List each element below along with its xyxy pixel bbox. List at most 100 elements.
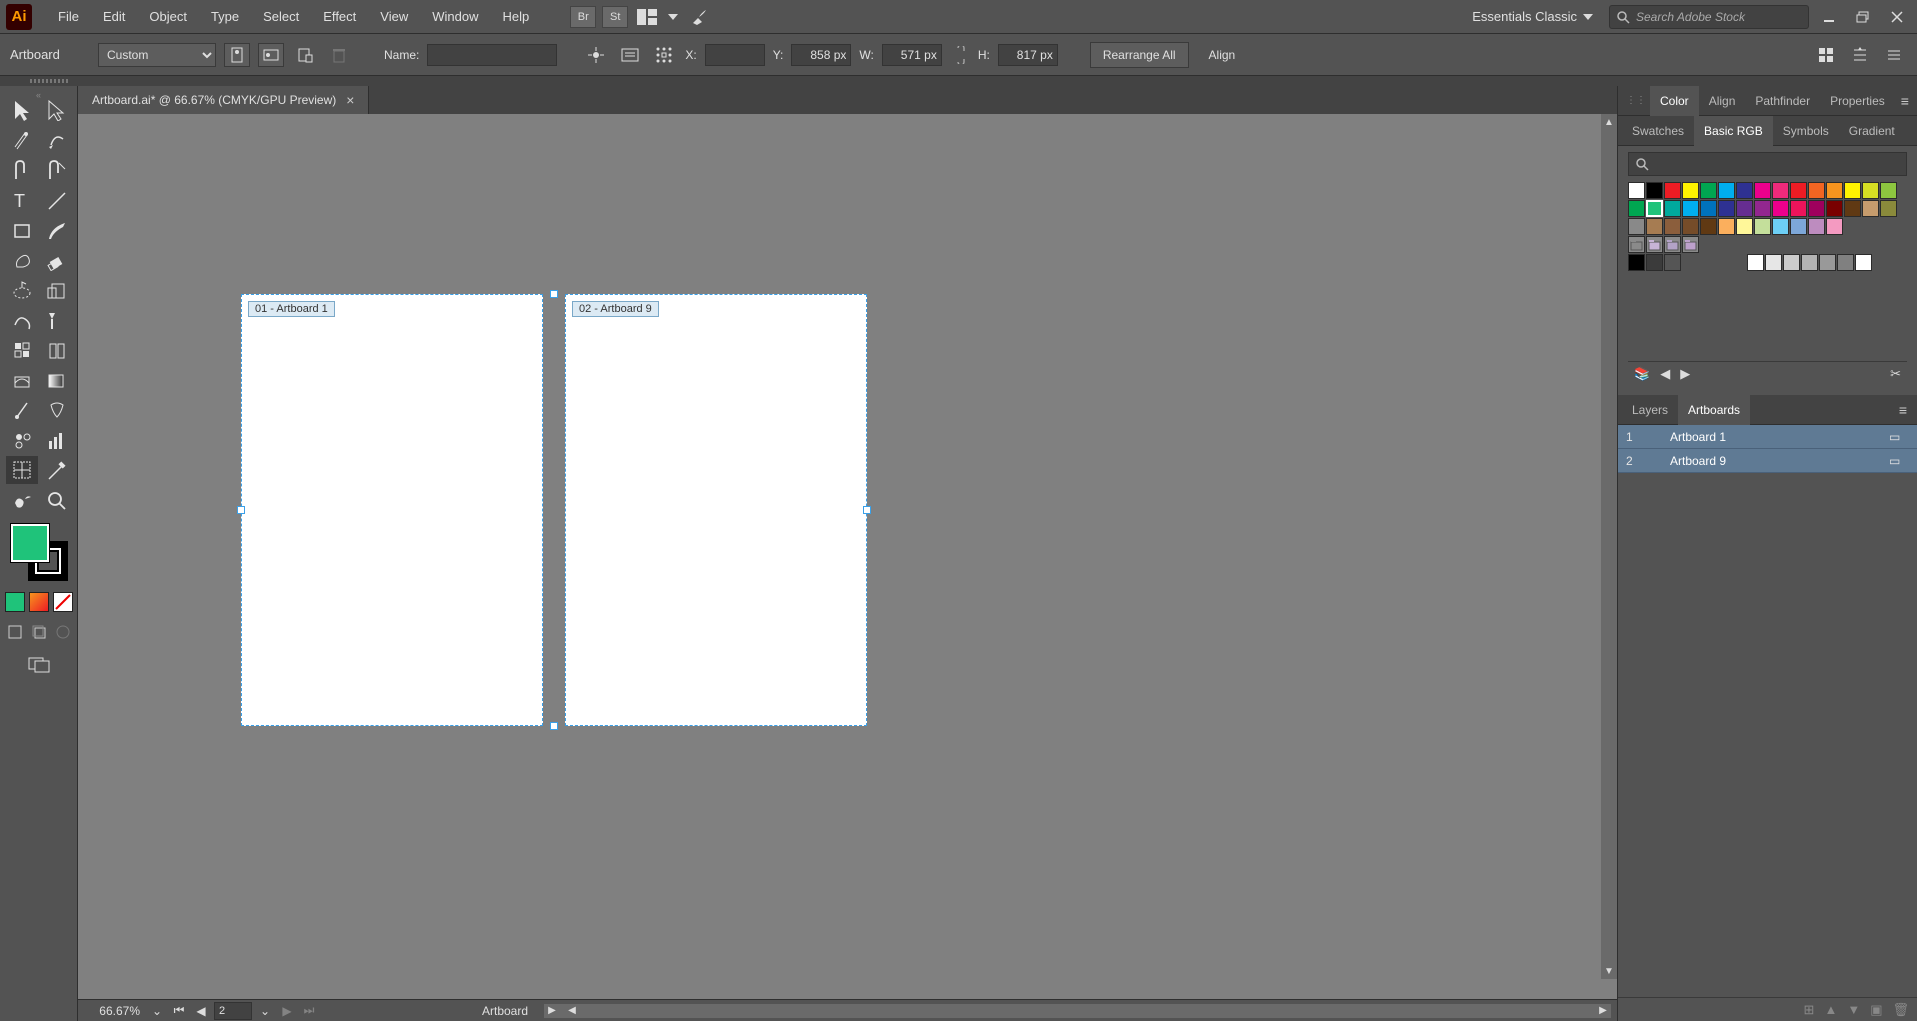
- swatch[interactable]: [1646, 182, 1663, 199]
- panel-tab-swatches[interactable]: Swatches: [1622, 116, 1694, 146]
- swatch[interactable]: [1718, 218, 1735, 235]
- panel-tab-artboards[interactable]: Artboards: [1678, 395, 1750, 425]
- swatch[interactable]: [1826, 200, 1843, 217]
- artboard-canvas-1[interactable]: 01 - Artboard 1: [241, 294, 543, 726]
- rectangle-tool[interactable]: [6, 216, 38, 244]
- swatch[interactable]: [1790, 182, 1807, 199]
- swatch[interactable]: [1765, 254, 1782, 271]
- panel-grip[interactable]: [0, 76, 1917, 86]
- next-artboard-icon[interactable]: ▶: [278, 1002, 296, 1020]
- new-artboard-icon[interactable]: ▣: [1870, 1002, 1882, 1018]
- artboard-row[interactable]: 2Artboard 9▭: [1618, 449, 1917, 473]
- hand-tool[interactable]: [6, 486, 38, 514]
- eyedropper-tool[interactable]: [6, 396, 38, 424]
- swatch[interactable]: [1736, 218, 1753, 235]
- swatch[interactable]: [1700, 200, 1717, 217]
- swatch[interactable]: [1646, 254, 1663, 271]
- fill-stroke-indicator[interactable]: [9, 522, 69, 582]
- x-input[interactable]: [705, 44, 765, 66]
- vertical-scrollbar[interactable]: ▲ ▼: [1601, 114, 1617, 979]
- artboard-preset-select[interactable]: Custom: [98, 43, 216, 67]
- selection-handle[interactable]: [237, 506, 245, 514]
- orientation-landscape-icon[interactable]: [258, 43, 284, 67]
- rearrange-all-button[interactable]: Rearrange All: [1090, 42, 1189, 68]
- orientation-portrait-icon[interactable]: [224, 43, 250, 67]
- artboard-options-icon[interactable]: [617, 43, 643, 67]
- selection-tool[interactable]: [6, 96, 38, 124]
- artboard-nav-dropdown-icon[interactable]: ⌄: [256, 1002, 274, 1020]
- slice-tool[interactable]: [40, 456, 72, 484]
- swatch[interactable]: [1862, 182, 1879, 199]
- swatch[interactable]: [1772, 200, 1789, 217]
- swatch-libraries-icon[interactable]: 📚: [1634, 366, 1650, 382]
- menu-select[interactable]: Select: [251, 0, 311, 34]
- window-minimize-icon[interactable]: [1815, 7, 1843, 27]
- swatch[interactable]: [1855, 254, 1872, 271]
- gradient-tool[interactable]: [40, 366, 72, 394]
- color-mode-gradient-icon[interactable]: [29, 592, 49, 612]
- swatch[interactable]: [1808, 182, 1825, 199]
- rotate-tool[interactable]: [6, 276, 38, 304]
- swatch[interactable]: [1808, 200, 1825, 217]
- zoom-dropdown-icon[interactable]: ⌄: [148, 1002, 166, 1020]
- menu-type[interactable]: Type: [199, 0, 251, 34]
- canvas[interactable]: 01 - Artboard 102 - Artboard 9: [78, 114, 1617, 999]
- column-graph-tool[interactable]: [40, 426, 72, 454]
- shape-builder-tool[interactable]: [6, 336, 38, 364]
- line-tool[interactable]: [40, 186, 72, 214]
- scroll-up-icon[interactable]: ▲: [1601, 114, 1617, 130]
- scroll-left-icon[interactable]: ▶: [544, 1005, 560, 1016]
- lasso-tool[interactable]: [40, 126, 72, 154]
- mesh-tool[interactable]: [6, 366, 38, 394]
- swatch[interactable]: [1628, 236, 1645, 253]
- link-wh-icon[interactable]: [950, 46, 970, 64]
- swatch[interactable]: [1819, 254, 1836, 271]
- swatch[interactable]: [1664, 254, 1681, 271]
- type-tool[interactable]: T: [6, 186, 38, 214]
- swatch[interactable]: [1790, 200, 1807, 217]
- perspective-grid-tool[interactable]: [40, 336, 72, 364]
- artboard-row-options-icon[interactable]: ▭: [1889, 430, 1909, 444]
- swatch[interactable]: [1826, 182, 1843, 199]
- symbol-sprayer-tool[interactable]: [6, 426, 38, 454]
- menu-edit[interactable]: Edit: [91, 0, 137, 34]
- swatch[interactable]: [1736, 182, 1753, 199]
- swatch[interactable]: [1808, 218, 1825, 235]
- swatch[interactable]: [1844, 182, 1861, 199]
- paintbrush-tool[interactable]: [40, 216, 72, 244]
- pen-tool[interactable]: [6, 156, 38, 184]
- swatch[interactable]: [1700, 182, 1717, 199]
- fill-swatch[interactable]: [11, 524, 49, 562]
- swatch[interactable]: [1754, 200, 1771, 217]
- swatch[interactable]: [1718, 182, 1735, 199]
- artboard-tool[interactable]: [6, 456, 38, 484]
- selection-handle[interactable]: [863, 506, 871, 514]
- swatch[interactable]: [1664, 200, 1681, 217]
- swatch[interactable]: [1772, 182, 1789, 199]
- swatch[interactable]: [1646, 200, 1663, 217]
- swatch[interactable]: [1844, 200, 1861, 217]
- menu-file[interactable]: File: [46, 0, 91, 34]
- selection-handle[interactable]: [550, 290, 558, 298]
- panel-menu-icon[interactable]: ≡: [1893, 402, 1913, 418]
- swatch[interactable]: [1837, 254, 1854, 271]
- swatch[interactable]: [1700, 218, 1717, 235]
- delete-artboard-icon[interactable]: 🗑: [1892, 1002, 1909, 1018]
- swatch[interactable]: [1826, 218, 1843, 235]
- direct-selection-tool[interactable]: [40, 96, 72, 124]
- artboard-name-input[interactable]: [427, 44, 557, 66]
- swatch[interactable]: [1783, 254, 1800, 271]
- stock-icon[interactable]: St: [602, 6, 628, 28]
- document-tab[interactable]: Artboard.ai* @ 66.67% (CMYK/GPU Preview)…: [78, 86, 369, 114]
- hscroll-end-icon[interactable]: ▶: [1595, 1005, 1611, 1016]
- swatch[interactable]: [1646, 218, 1663, 235]
- horizontal-scrollbar[interactable]: ▶ ◀ ▶: [544, 1004, 1611, 1018]
- menu-object[interactable]: Object: [137, 0, 199, 34]
- blend-tool[interactable]: [40, 396, 72, 424]
- panel-tab-align[interactable]: Align: [1699, 86, 1746, 116]
- free-transform-tool[interactable]: [40, 306, 72, 334]
- swatch[interactable]: [1862, 200, 1879, 217]
- menu-effect[interactable]: Effect: [311, 0, 368, 34]
- reference-point-icon[interactable]: [651, 43, 677, 67]
- swatch-search-field[interactable]: [1628, 152, 1907, 176]
